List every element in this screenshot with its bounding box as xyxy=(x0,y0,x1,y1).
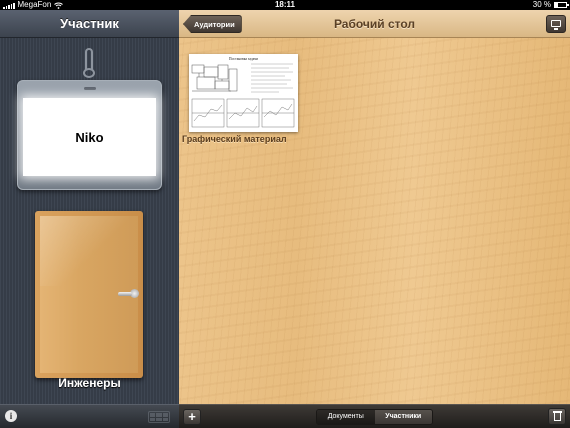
document-label[interactable]: Графический материал xyxy=(182,134,312,144)
info-icon[interactable]: i xyxy=(5,410,17,422)
view-segmented-control: Документы Участники xyxy=(316,409,433,425)
auditoriums-back-button[interactable]: Аудитории xyxy=(183,15,242,33)
main-toolbar: + Документы Участники xyxy=(179,404,570,428)
document-preview-drawing xyxy=(191,63,295,128)
desktop-header: Рабочий стол Аудитории xyxy=(179,10,570,38)
monitor-icon xyxy=(551,20,561,27)
left-toolbar: i xyxy=(0,404,179,428)
door-handle-icon xyxy=(118,288,139,300)
status-bar: MegaFon 18:11 30 % xyxy=(0,0,570,10)
badge-clip-icon xyxy=(80,48,98,78)
grid-icon[interactable] xyxy=(148,411,170,423)
screen-share-button[interactable] xyxy=(546,15,566,33)
segment-documents[interactable]: Документы xyxy=(317,410,375,424)
badge-slot xyxy=(84,87,96,90)
status-right: 30 % xyxy=(532,0,569,10)
participant-panel: Участник Niko Инженеры xyxy=(0,10,179,404)
battery-percent: 30 % xyxy=(532,0,551,9)
trash-icon[interactable] xyxy=(548,408,566,425)
badge-name-card: Niko xyxy=(23,98,156,176)
document-thumbnail[interactable]: Постановка задачи xyxy=(189,54,298,132)
desktop-panel: Рабочий стол Аудитории Постановка задачи xyxy=(179,10,570,404)
room-name: Инженеры xyxy=(58,376,121,390)
door-panel xyxy=(40,216,139,373)
segment-participants[interactable]: Участники xyxy=(374,410,432,424)
participant-panel-title: Участник xyxy=(0,10,179,38)
participant-name: Niko xyxy=(75,129,104,145)
clock: 18:11 xyxy=(274,0,296,9)
battery-icon xyxy=(554,2,569,8)
room-door[interactable] xyxy=(35,211,143,378)
plus-icon[interactable]: + xyxy=(183,409,201,425)
participant-badge[interactable]: Niko xyxy=(17,80,162,190)
